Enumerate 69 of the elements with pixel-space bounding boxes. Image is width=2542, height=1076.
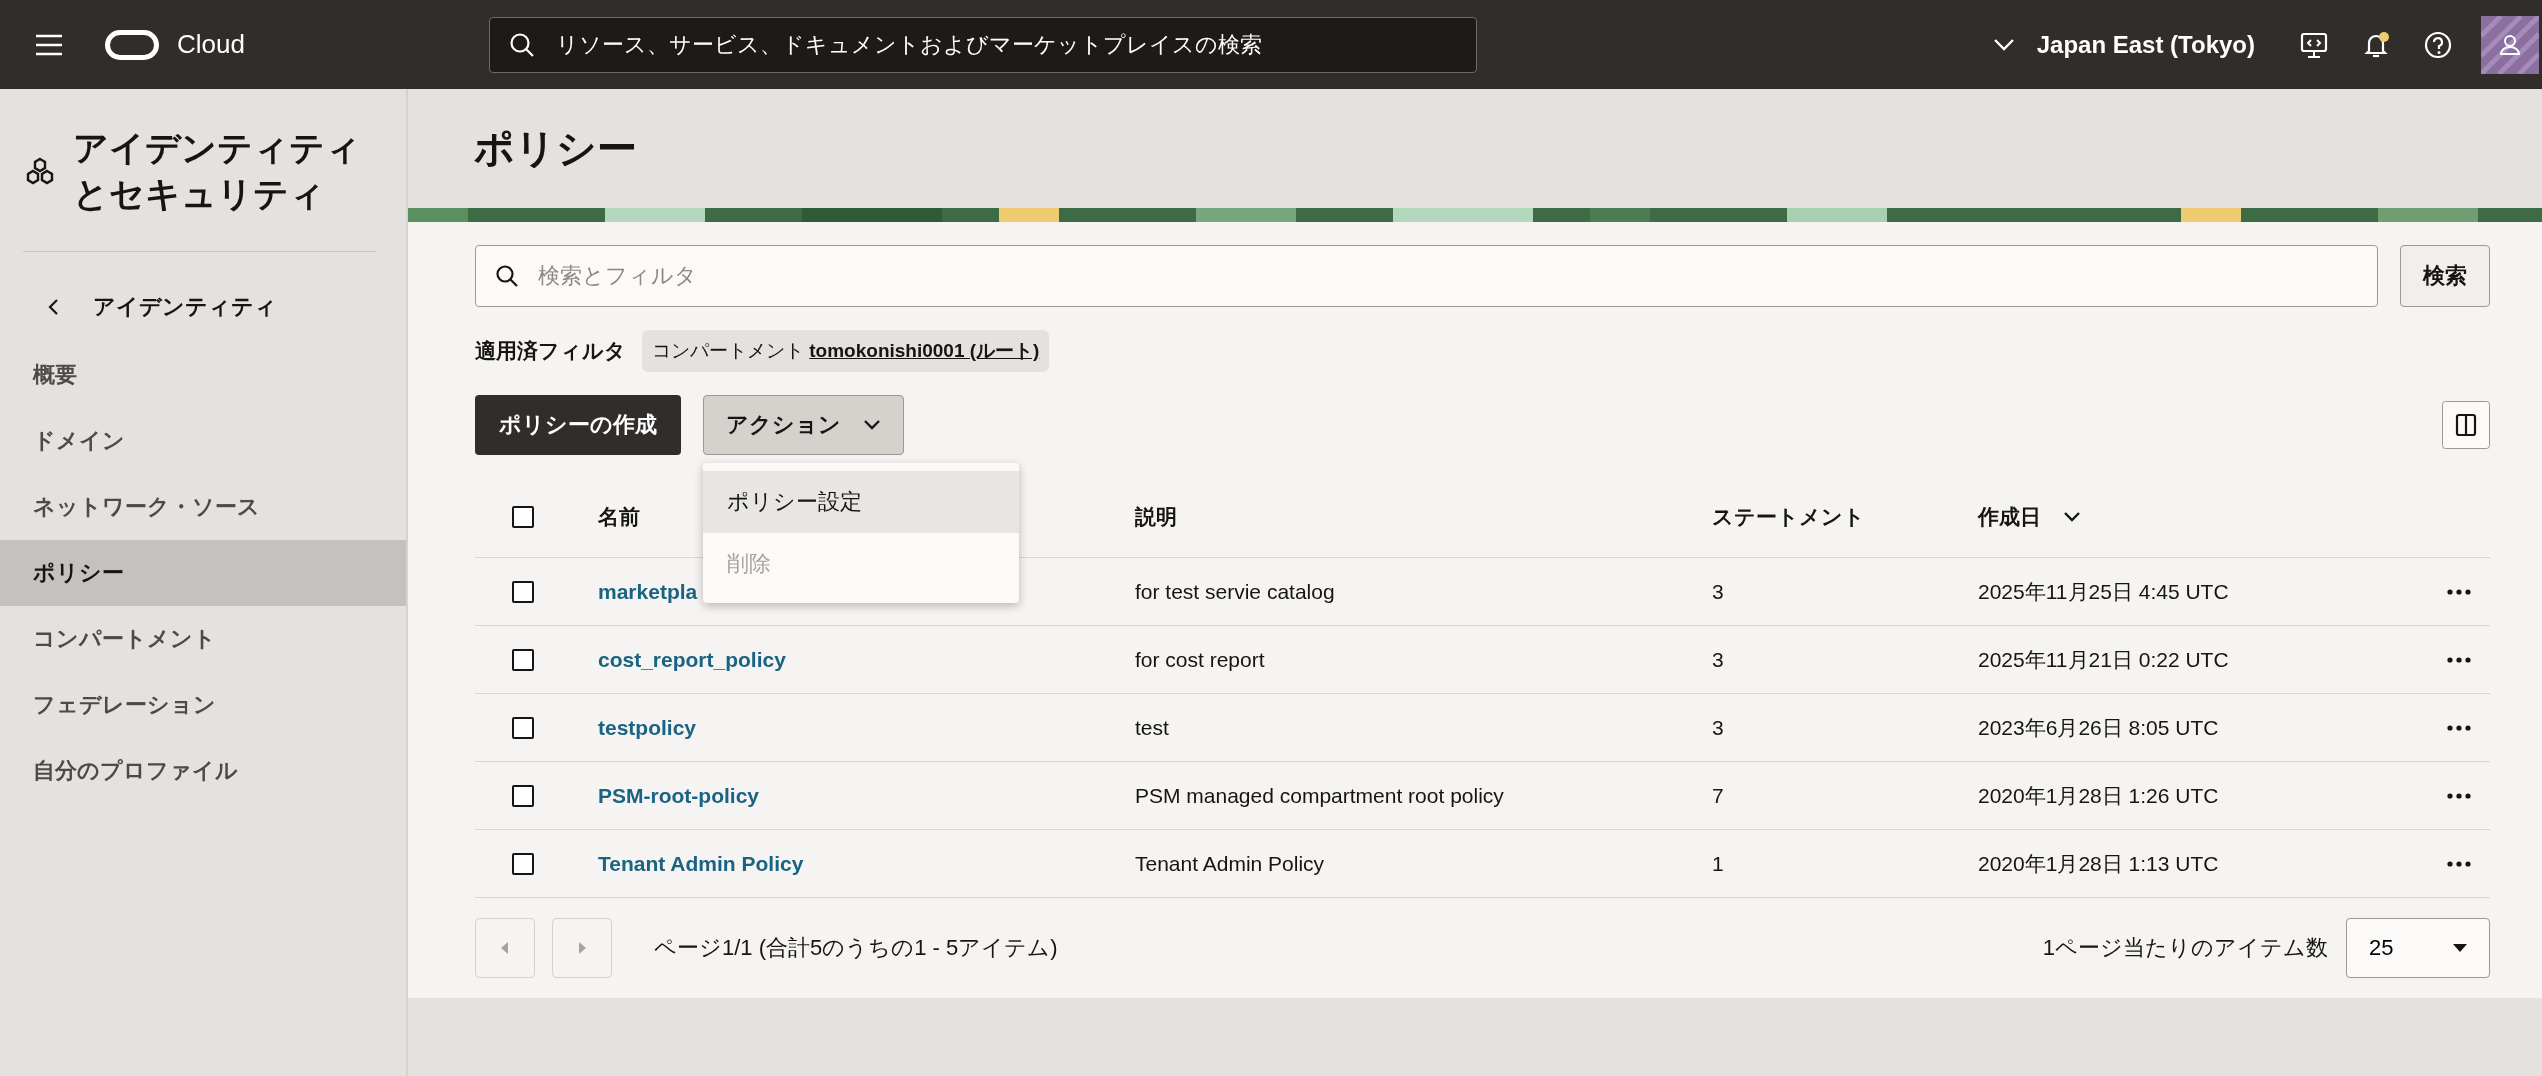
chevron-down-icon <box>863 419 881 431</box>
more-icon[interactable] <box>2447 724 2471 731</box>
checkbox[interactable] <box>512 784 534 807</box>
logo-text[interactable]: Cloud <box>177 29 245 60</box>
policy-link[interactable]: PSM-root-policy <box>598 783 759 808</box>
policy-link[interactable]: testpolicy <box>598 715 697 740</box>
filter-chip[interactable]: コンパートメント tomokonishi0001 (ルート) <box>642 330 1050 372</box>
table-cell-text: 2025年11月21日 0:22 UTC <box>1978 646 2229 673</box>
table-cell: for test servie catalog <box>1135 579 1335 604</box>
per-page-select[interactable]: 25 <box>2346 918 2490 978</box>
menu-icon[interactable] <box>35 33 63 56</box>
pagination-summary: ページ1/1 (合計5のうちの1 - 5アイテム) <box>654 934 1058 962</box>
table-cell: Tenant Admin Policy <box>1135 851 1325 876</box>
more-icon[interactable] <box>2447 860 2471 867</box>
table-cell: 1 <box>1712 851 1724 876</box>
checkbox[interactable] <box>512 580 534 603</box>
logo-icon[interactable] <box>105 29 159 60</box>
chevron-left-icon <box>47 298 59 316</box>
columns-icon[interactable] <box>2442 401 2490 449</box>
policy-link[interactable]: Tenant Admin Policy <box>598 851 804 876</box>
checkbox[interactable] <box>512 852 534 875</box>
filter-label: 適用済フィルタ <box>475 338 626 364</box>
sidebar-item[interactable]: 概要 <box>0 342 406 408</box>
sidebar-item[interactable]: コンパートメント <box>0 606 406 672</box>
create-policy-button[interactable]: ポリシーの作成 <box>475 395 681 455</box>
region-selector[interactable]: Japan East (Tokyo) <box>1992 30 2255 59</box>
checkbox[interactable] <box>512 506 534 528</box>
sidebar-item[interactable]: ネットワーク・ソース <box>0 474 406 540</box>
checkbox[interactable] <box>512 648 534 671</box>
avatar-icon[interactable] <box>2481 15 2539 74</box>
table-cell: 3 <box>1712 647 1724 672</box>
policy-link[interactable]: cost_report_policy <box>598 647 786 672</box>
more-icon[interactable] <box>2447 792 2471 799</box>
more-icon[interactable] <box>2447 588 2471 595</box>
caret-down-icon <box>2453 944 2467 952</box>
column-header: 説明 <box>1135 504 1177 530</box>
table-cell: PSM managed compartment root policy <box>1135 783 1504 808</box>
table-cell-text: 2020年1月28日 1:26 UTC <box>1978 782 2219 809</box>
help-icon[interactable] <box>2423 29 2453 60</box>
table-cell-text: 2025年11月25日 4:45 UTC <box>1978 578 2229 605</box>
sidebar-item[interactable]: ドメイン <box>0 408 406 474</box>
back-link[interactable]: アイデンティティ <box>0 284 406 330</box>
sort-descending-icon[interactable] <box>2063 511 2081 523</box>
column-header: 名前 <box>598 504 640 530</box>
sidebar-item[interactable]: フェデレーション <box>0 672 406 738</box>
column-header: ステートメント <box>1712 504 1865 530</box>
table-cell-text: 2023年6月26日 8:05 UTC <box>1978 714 2219 741</box>
menu-item[interactable]: ポリシー設定 <box>703 471 1019 533</box>
more-icon[interactable] <box>2447 656 2471 663</box>
policy-link[interactable]: marketpla <box>598 579 698 604</box>
chevron-down-icon <box>1992 37 2015 52</box>
table-cell: for cost report <box>1135 647 1265 672</box>
table-cell: test <box>1135 715 1169 740</box>
search-field[interactable]: 検索とフィルタ <box>475 245 2378 307</box>
per-page-label: 1ページ当たりのアイテム数 <box>2042 934 2328 962</box>
page-title: ポリシー <box>474 125 637 172</box>
cubes-icon <box>25 157 55 185</box>
column-header[interactable]: 作成日 <box>1978 503 2041 531</box>
table-cell: 7 <box>1712 783 1724 808</box>
checkbox[interactable] <box>512 716 534 739</box>
search-field[interactable]: リソース、サービス、ドキュメントおよびマーケットプレイスの検索 <box>488 16 1477 73</box>
sidebar-item[interactable]: 自分のプロファイル <box>0 738 406 804</box>
table-cell: 3 <box>1712 579 1724 604</box>
sidebar-item[interactable]: ポリシー <box>0 540 406 606</box>
search-button[interactable]: 検索 <box>2400 245 2490 307</box>
actions-button[interactable]: アクション <box>703 395 904 455</box>
table-cell-text: 2020年1月28日 1:13 UTC <box>1978 850 2219 877</box>
sidebar-title: アイデンティティとセキュリティ <box>73 127 362 215</box>
table-cell: 3 <box>1712 715 1724 740</box>
